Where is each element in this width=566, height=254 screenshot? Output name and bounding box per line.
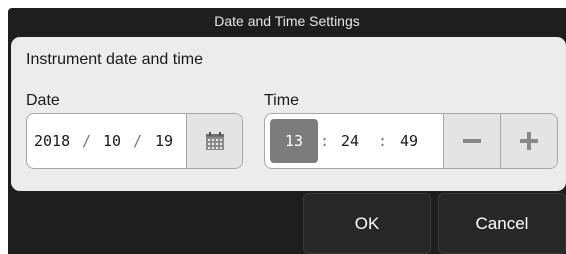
increment-button[interactable] [500, 114, 557, 168]
time-hour[interactable]: 13 [270, 119, 318, 163]
calendar-icon [205, 131, 224, 150]
time-separator: : [320, 132, 330, 150]
settings-panel: Instrument date and time Date Time 2018 … [11, 37, 566, 191]
minus-icon [463, 139, 481, 143]
date-label: Date [26, 92, 60, 109]
cancel-button[interactable]: Cancel [438, 193, 566, 254]
calendar-button[interactable] [186, 114, 242, 168]
date-month[interactable]: 10 [103, 114, 121, 168]
dialog-title: Date and Time Settings [214, 13, 360, 29]
time-label: Time [264, 92, 299, 109]
time-second[interactable]: 49 [400, 114, 418, 168]
date-field: 2018 / 10 / 19 [26, 113, 243, 169]
plus-icon [520, 132, 538, 150]
date-separator: / [133, 132, 143, 150]
time-field: 13 : 24 : 49 [264, 113, 558, 169]
section-title: Instrument date and time [26, 51, 203, 68]
date-separator: / [82, 132, 92, 150]
time-separator: : [378, 132, 388, 150]
decrement-button[interactable] [443, 114, 500, 168]
date-time-dialog: Date and Time Settings Instrument date a… [8, 8, 566, 254]
date-day[interactable]: 19 [155, 114, 173, 168]
date-year[interactable]: 2018 [34, 114, 70, 168]
time-minute[interactable]: 24 [341, 114, 359, 168]
ok-button[interactable]: OK [303, 193, 431, 254]
